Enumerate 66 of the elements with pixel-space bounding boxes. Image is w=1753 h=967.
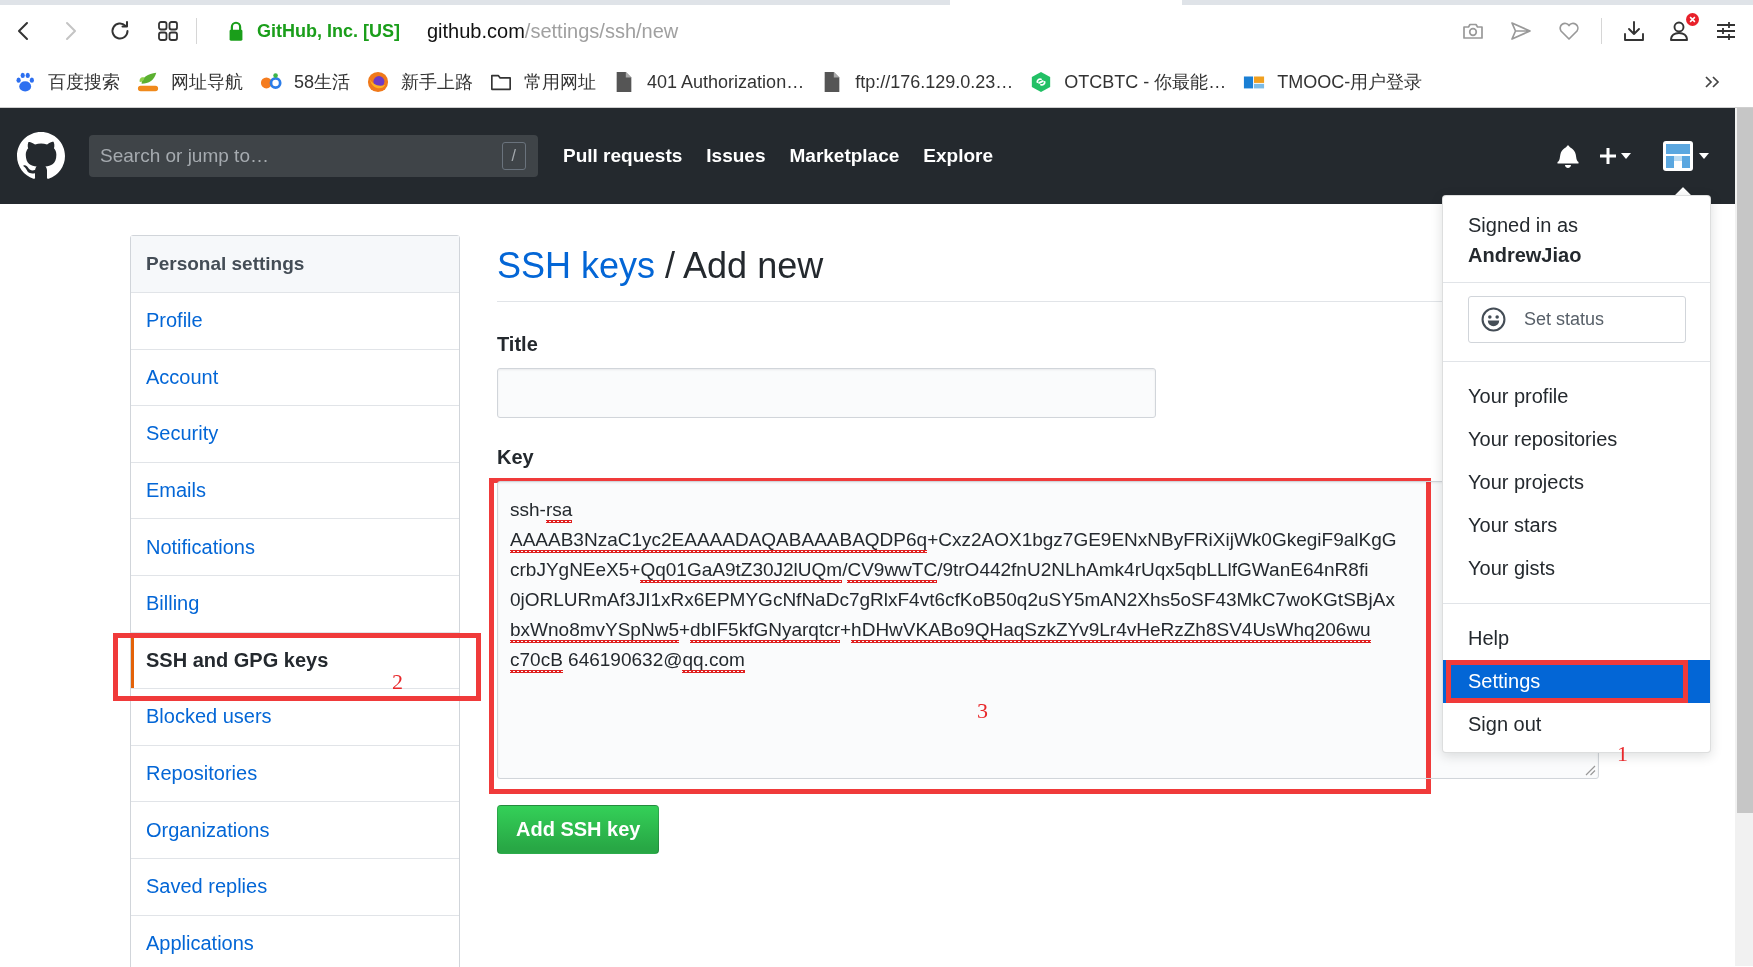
- logo-icon[interactable]: [17, 132, 65, 180]
- avatar-icon: [1663, 141, 1693, 171]
- scrollbar-thumb[interactable]: [1737, 108, 1753, 813]
- globe-icon: [367, 71, 390, 93]
- apps-grid-icon[interactable]: [156, 19, 180, 43]
- page-title: / Add new: [665, 245, 824, 286]
- sidebar-link[interactable]: Saved replies: [131, 858, 284, 915]
- nav-link[interactable]: Marketplace: [789, 145, 900, 167]
- keyboard-shortcut-hint: /: [501, 142, 526, 170]
- sidebar-link[interactable]: Organizations: [131, 802, 286, 858]
- nav-link[interactable]: Explore: [923, 145, 994, 167]
- bookmark-link[interactable]: 401 Authorization…: [613, 71, 805, 93]
- sidebar-heading: Personal settings: [131, 236, 459, 292]
- menu-item[interactable]: Help: [1443, 617, 1710, 660]
- sidebar-link[interactable]: Blocked users: [131, 689, 288, 745]
- plus-icon: [1599, 147, 1617, 165]
- key-text: ssh-rsa AAAAB3NzaC1yc2EAAAADAQABAAABAQDP6q+Cxz2AOX1bgz7GE9ENxNByFRiXijWk0GkegiF9alKgG crbJYgNEeX5+Qq01GaA9tZ30J2lUQm/CV9wwTC/9trO442fnU2NLhAmk4rUqx5qbLLlfGWanE64nR8fi 0jORLURmAf3JI1xRx6EPMYGcNfNaDc7gRlxF4vt6cfKoB50q2uSY5mAN2Xhs5oSF43MkC7woKGtSBjAx bxWno8mvYSpNw5+dbIF5kfGNyarqtcr+hDHwVKABo9QHaqSzkZYv9Lr4vHeRzZh8SV4UsWhq206wu c70cB 646190632@qq.com: [510, 495, 1397, 675]
- create-menu-button[interactable]: [1599, 147, 1631, 165]
- menu-item[interactable]: Your repositories: [1443, 418, 1710, 461]
- hexagon-icon: [1030, 71, 1053, 93]
- scrollbar[interactable]: [1735, 108, 1753, 966]
- bookmark-link[interactable]: ftp://176.129.0.23…: [821, 71, 1014, 93]
- sidebar-link[interactable]: SSH and GPG keys: [131, 632, 345, 689]
- sidebar-link[interactable]: Repositories: [131, 745, 274, 802]
- site-info-button[interactable]: GitHub, Inc. [US]: [225, 20, 400, 42]
- bookmark-link[interactable]: 百度搜索: [14, 70, 120, 94]
- bookmark-link[interactable]: TMOOC-用户登录: [1243, 70, 1423, 94]
- menu-item[interactable]: Your stars: [1443, 504, 1710, 547]
- field-label: Key: [497, 445, 534, 469]
- resize-grip-icon[interactable]: [1585, 765, 1596, 776]
- smiley-icon: [1481, 307, 1506, 332]
- sidebar-link[interactable]: Profile: [131, 293, 219, 349]
- bookmark-link[interactable]: 58生活: [260, 70, 351, 94]
- menu-item[interactable]: Your gists: [1443, 547, 1710, 590]
- title-input[interactable]: [497, 368, 1156, 418]
- field-label: Title: [497, 332, 538, 356]
- paw-icon: [14, 71, 36, 93]
- username: AndrewJiao: [1468, 243, 1583, 268]
- caret-icon: [1699, 153, 1709, 159]
- signed-in-label: Signed in as: [1468, 213, 1580, 238]
- address-field[interactable]: github.com/settings/ssh/new: [427, 19, 679, 43]
- leaf-icon: [137, 71, 159, 93]
- nav-link[interactable]: Issues: [706, 145, 766, 167]
- sidebar-link[interactable]: Security: [131, 406, 235, 462]
- sidebar-link[interactable]: Applications: [131, 915, 270, 967]
- menu-item[interactable]: Your projects: [1443, 461, 1710, 504]
- menu-item[interactable]: Your profile: [1443, 375, 1710, 418]
- caret-icon: [1621, 153, 1631, 159]
- sidebar-link[interactable]: Account: [131, 349, 235, 406]
- set-status-button[interactable]: Set status: [1468, 296, 1686, 343]
- download-icon[interactable]: [1622, 19, 1646, 43]
- bell-icon[interactable]: [1557, 144, 1579, 168]
- bookmark-link[interactable]: 网址导航: [137, 70, 243, 94]
- annotation-number: 2: [392, 669, 403, 694]
- bookmark-link[interactable]: 常用网址: [490, 70, 597, 94]
- bookmark-link[interactable]: 新手上路: [367, 70, 474, 94]
- bookmark-link[interactable]: OTCBTC - 你最能…: [1030, 70, 1227, 94]
- sidebar-link[interactable]: Notifications: [131, 519, 271, 575]
- sidebar-link[interactable]: Billing: [131, 575, 216, 632]
- send-icon[interactable]: [1509, 19, 1533, 43]
- sidebar-link[interactable]: Emails: [131, 462, 222, 519]
- profile-menu-button[interactable]: [1663, 141, 1709, 171]
- sliders-icon[interactable]: [1714, 19, 1738, 43]
- breadcrumb-link[interactable]: SSH keys: [497, 245, 656, 286]
- annotation-number: 3: [977, 699, 988, 723]
- nav-link[interactable]: Pull requests: [563, 145, 683, 167]
